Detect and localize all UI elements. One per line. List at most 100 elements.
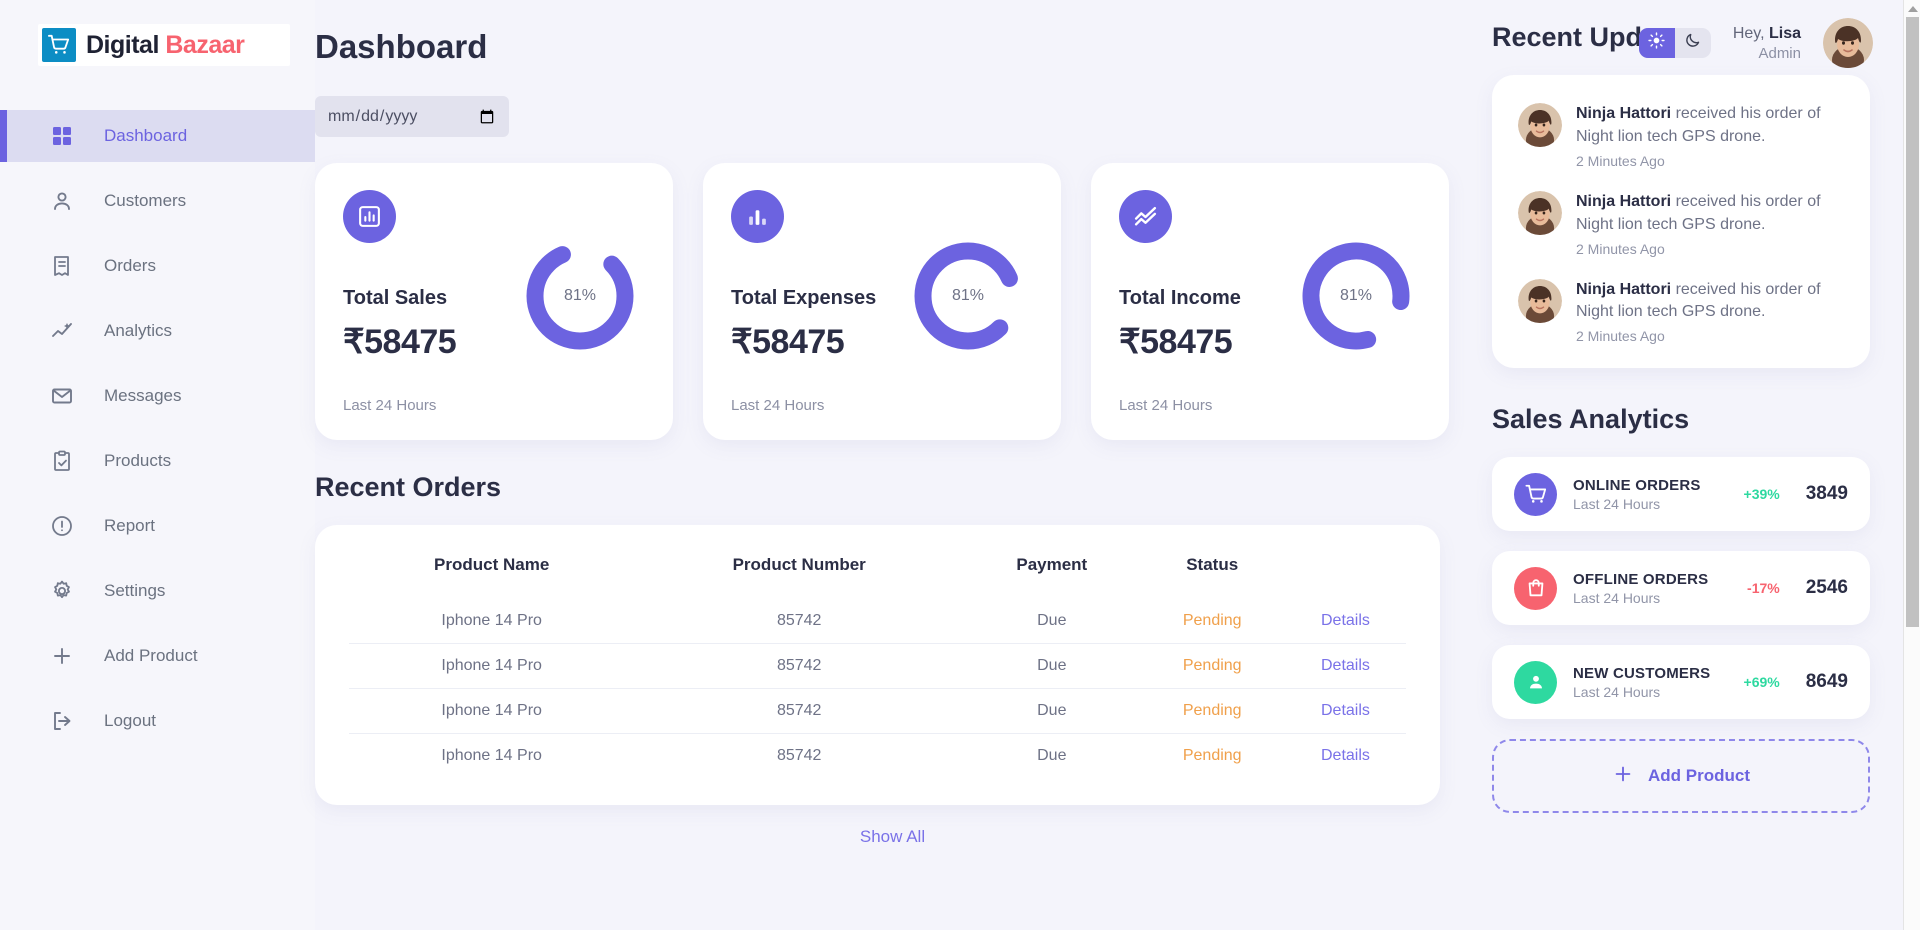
sidebar-item-logout[interactable]: Logout	[0, 695, 315, 747]
status-badge: Pending	[1182, 612, 1242, 629]
envelope-icon	[50, 384, 74, 408]
cell-product-name: Iphone 14 Pro	[349, 733, 635, 778]
logout-icon	[50, 709, 74, 733]
metric-name: ONLINE ORDERS	[1573, 476, 1701, 494]
sidebar-item-products[interactable]: Products	[0, 435, 315, 487]
details-link[interactable]: Details	[1284, 643, 1406, 689]
table-row[interactable]: Iphone 14 Pro 85742 Due Pending Details	[349, 733, 1406, 778]
sidebar-item-settings[interactable]: Settings	[0, 565, 315, 617]
metric-body: NEW CUSTOMERS Last 24 Hours	[1573, 665, 1744, 700]
grid-icon	[50, 124, 74, 148]
gear-icon	[50, 579, 74, 603]
theme-light-button[interactable]	[1638, 28, 1675, 58]
table-row[interactable]: Iphone 14 Pro 85742 Due Pending Details	[349, 643, 1406, 689]
cell-product-number: 85742	[634, 688, 965, 734]
cell-product-name: Iphone 14 Pro	[349, 688, 635, 734]
main-content: Hey, Lisa Admin Dashboard dd-mm-yyyy Tot…	[315, 0, 1920, 930]
metric-card-online-orders[interactable]: ONLINE ORDERS Last 24 Hours +39% 3849	[1492, 457, 1870, 532]
metric-value: 2546	[1805, 577, 1848, 599]
recent-orders-card: Product Name Product Number Payment Stat…	[315, 525, 1440, 805]
header-right: Hey, Lisa Admin	[1638, 18, 1873, 68]
metric-percent: -17%	[1747, 580, 1780, 597]
list-item[interactable]: Ninja Hattori received his order of Nigh…	[1518, 190, 1844, 257]
theme-dark-button[interactable]	[1675, 28, 1711, 58]
avatar	[1518, 190, 1562, 235]
sidebar-item-add-product[interactable]: Add Product	[0, 630, 315, 682]
table-row[interactable]: Iphone 14 Pro 85742 Due Pending Details	[349, 599, 1406, 644]
show-all-link[interactable]: Show All	[315, 827, 1470, 847]
status-badge: Pending	[1139, 643, 1285, 689]
sidebar-item-orders[interactable]: Orders	[0, 240, 315, 292]
page-title: Dashboard	[315, 28, 488, 65]
moon-icon	[1684, 32, 1701, 54]
column-status: Status	[1186, 555, 1239, 574]
sidebar-item-analytics[interactable]: Analytics	[0, 305, 315, 357]
logout-wrap: Logout	[0, 695, 315, 760]
user-info: Hey, Lisa Admin	[1733, 25, 1801, 62]
metric-card-new-customers[interactable]: NEW CUSTOMERS Last 24 Hours +69% 8649	[1492, 645, 1870, 720]
cell-product-number: 85742	[776, 612, 822, 629]
metric-name: OFFLINE ORDERS	[1573, 570, 1709, 588]
scrollbar-thumb[interactable]	[1906, 17, 1919, 627]
metric-value: 8649	[1805, 671, 1848, 693]
details-link[interactable]: Details	[1284, 688, 1406, 734]
sidebar-nav: Dashboard Customers Orders Analytics Mes	[0, 110, 315, 695]
brand-name-secondary: Bazaar	[165, 30, 245, 59]
status-badge: Pending	[1139, 733, 1285, 778]
bar-chart-icon	[731, 190, 784, 243]
metric-percent: +39%	[1743, 486, 1780, 503]
sidebar-item-label: Settings	[104, 581, 166, 600]
sidebar-item-customers[interactable]: Customers	[0, 175, 315, 227]
details-link[interactable]: Details	[1285, 599, 1406, 644]
table-row[interactable]: Iphone 14 Pro 85742 Due Pending Details	[349, 688, 1406, 734]
recent-orders-title: Recent Orders	[315, 472, 502, 502]
orders-table: Product Name Product Number Payment Stat…	[349, 551, 1406, 778]
sidebar-item-label: Products	[104, 451, 172, 470]
brand-name-primary: Digital	[86, 30, 159, 59]
clipboard-check-icon	[50, 449, 74, 473]
date-filter	[315, 96, 1470, 137]
column-payment: Payment	[1016, 555, 1088, 574]
trend-line-icon	[1119, 190, 1172, 243]
update-body: Ninja Hattori received his order of Nigh…	[1576, 103, 1844, 169]
update-user-name: Ninja Hattori	[1576, 192, 1672, 210]
stat-subtitle: Last 24 Hours	[731, 397, 825, 414]
date-input[interactable]	[315, 96, 509, 137]
list-item[interactable]: Ninja Hattori received his order of Nigh…	[1518, 103, 1844, 169]
metric-body: OFFLINE ORDERS Last 24 Hours	[1573, 571, 1747, 606]
avatar[interactable]	[1823, 18, 1873, 68]
metric-subtitle: Last 24 Hours	[1573, 683, 1661, 700]
alert-icon	[50, 514, 74, 538]
sidebar-item-label: Orders	[104, 256, 156, 275]
sun-icon	[1648, 32, 1665, 54]
center-column: Dashboard Total Sales ₹58475 Last 24 Hou…	[315, 0, 1470, 930]
stat-percent: 81%	[951, 287, 985, 304]
user-greeting: Hey, Lisa	[1732, 24, 1801, 42]
scrollbar[interactable]	[1903, 0, 1920, 930]
stat-subtitle: Last 24 Hours	[343, 397, 437, 414]
sidebar-item-report[interactable]: Report	[0, 500, 315, 552]
cell-payment: Due	[964, 643, 1140, 689]
column-product-number: Product Number	[732, 555, 866, 574]
stat-card-total-income: Total Income ₹58475 Last 24 Hours 81%	[1091, 163, 1449, 440]
update-timestamp: 2 Minutes Ago	[1576, 328, 1665, 345]
add-product-button[interactable]: Add Product	[1492, 739, 1870, 814]
brand-logo[interactable]: Digital Bazaar	[38, 24, 290, 66]
orders-table-head: Product Name Product Number Payment Stat…	[349, 551, 1406, 599]
metric-card-offline-orders[interactable]: OFFLINE ORDERS Last 24 Hours -17% 2546	[1492, 551, 1870, 626]
stat-card-total-expenses: Total Expenses ₹58475 Last 24 Hours 81%	[703, 163, 1061, 440]
shopping-cart-icon	[42, 28, 76, 62]
metric-name: NEW CUSTOMERS	[1573, 664, 1711, 682]
theme-toggle[interactable]	[1638, 28, 1711, 58]
sidebar-item-label: Report	[104, 516, 156, 535]
update-text: Ninja Hattori received his order of Nigh…	[1576, 103, 1844, 149]
sidebar-item-messages[interactable]: Messages	[0, 370, 315, 422]
scrollbar-up-arrow-icon[interactable]	[1904, 0, 1920, 17]
analytics-icon	[50, 319, 74, 343]
list-item[interactable]: Ninja Hattori received his order of Nigh…	[1518, 278, 1844, 345]
progress-donut: 81%	[521, 237, 639, 355]
sidebar-item-dashboard[interactable]: Dashboard	[0, 110, 315, 162]
metric-subtitle: Last 24 Hours	[1573, 495, 1661, 512]
progress-donut: 81%	[1297, 237, 1415, 355]
details-link[interactable]: Details	[1284, 733, 1406, 778]
